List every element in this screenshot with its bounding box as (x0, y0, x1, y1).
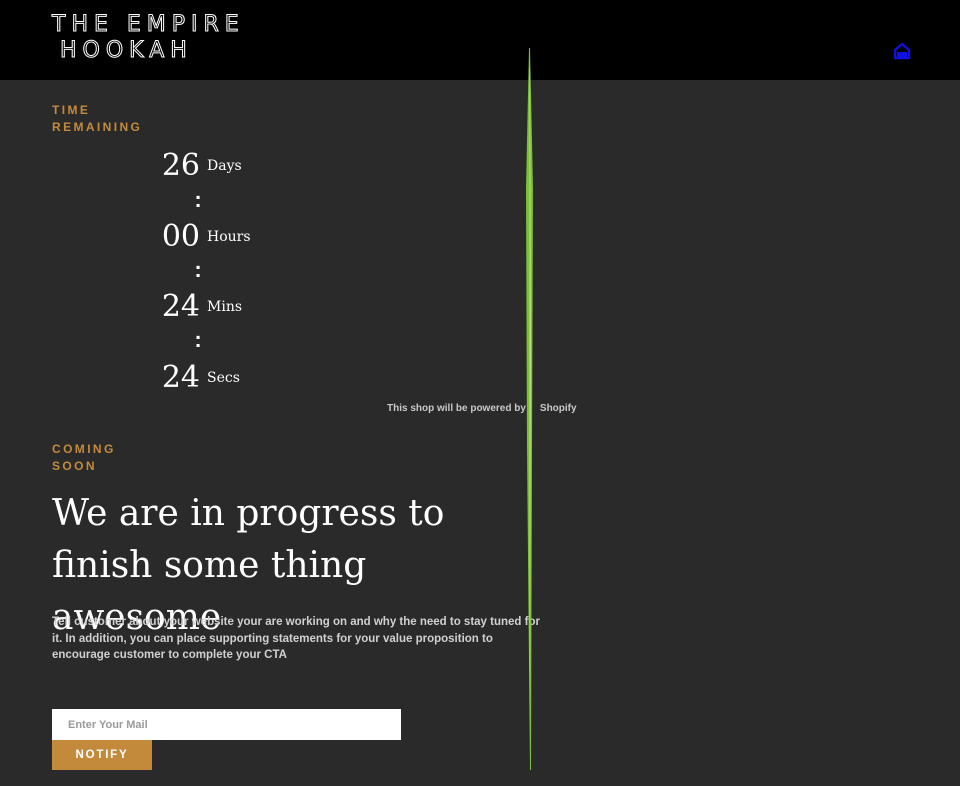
time-remaining-line-2: REMAINING (52, 119, 143, 134)
countdown-days: 26 Days (140, 144, 260, 188)
countdown-hours: 00 Hours (140, 215, 260, 259)
coming-soon-line-2: SOON (52, 458, 97, 473)
logo-line-2: HOOKAH (60, 38, 193, 64)
coming-soon-line-1: COMING (52, 442, 116, 456)
time-remaining-line-1: TIME (52, 103, 91, 117)
countdown-secs: 24 Secs (140, 356, 260, 400)
site-logo[interactable]: THE EMPIRE HOOKAH (52, 12, 245, 68)
countdown-separator: : (194, 187, 202, 212)
days-value: 26 (161, 148, 200, 183)
mins-value: 24 (161, 289, 200, 324)
email-field[interactable] (52, 709, 401, 740)
powered-by-notice: This shop will be powered by Shopify (387, 403, 577, 414)
notify-button[interactable]: NOTIFY (52, 740, 152, 770)
logo-line-1: THE EMPIRE (52, 12, 245, 38)
days-unit: Days (207, 158, 242, 174)
secs-value: 24 (161, 360, 200, 395)
countdown-mins: 24 Mins (140, 285, 260, 329)
page-description: Tell customer about your website your ar… (52, 616, 540, 661)
secs-unit: Secs (207, 370, 240, 386)
powered-by-text: This shop will be powered by (387, 403, 526, 414)
home-icon[interactable] (893, 42, 911, 60)
powered-by-brand[interactable]: Shopify (540, 403, 577, 414)
time-remaining-label: TIME REMAINING (52, 102, 142, 135)
hours-value: 00 (161, 219, 200, 254)
mins-unit: Mins (207, 299, 243, 315)
grass-blade-graphic (526, 48, 533, 770)
site-header: THE EMPIRE HOOKAH (0, 0, 960, 80)
countdown-separator: : (194, 257, 202, 282)
hours-unit: Hours (207, 229, 251, 245)
coming-soon-label: COMING SOON (52, 441, 116, 474)
countdown-separator: : (194, 327, 202, 352)
